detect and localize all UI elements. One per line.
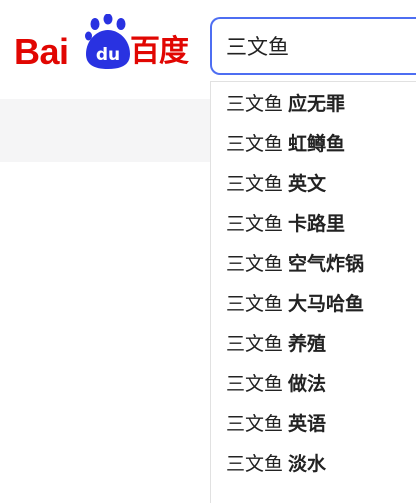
suggestion-item[interactable]: 三文鱼 英文 xyxy=(211,164,416,204)
suggestion-query: 三文鱼 xyxy=(226,213,284,235)
suggestion-query: 三文鱼 xyxy=(226,373,284,395)
suggestion-completion: 大马哈鱼 xyxy=(288,293,365,315)
suggestion-query: 三文鱼 xyxy=(226,253,284,275)
suggestion-query: 三文鱼 xyxy=(226,173,284,195)
logo-latin-text: Bai xyxy=(14,31,69,72)
suggestion-completion: 英语 xyxy=(288,413,327,435)
logo-chinese-text: 百度 xyxy=(130,34,189,69)
suggestion-item[interactable]: 三文鱼 应无罪 xyxy=(211,84,416,124)
suggestion-query: 三文鱼 xyxy=(226,293,284,315)
suggestion-item[interactable]: 三文鱼 英语 xyxy=(211,404,416,444)
paw-icon: du xyxy=(85,14,130,69)
suggestion-completion: 卡路里 xyxy=(288,213,346,235)
suggestion-query: 三文鱼 xyxy=(226,133,284,155)
baidu-logo[interactable]: Bai du 百度 xyxy=(14,14,198,74)
suggestion-completion: 空气炸锅 xyxy=(288,253,365,275)
suggestion-item[interactable]: 三文鱼 淡水 xyxy=(211,444,416,484)
search-input[interactable] xyxy=(210,17,416,75)
suggestion-item[interactable]: 三文鱼 空气炸锅 xyxy=(211,244,416,284)
suggestion-completion: 应无罪 xyxy=(288,93,346,115)
suggestion-query: 三文鱼 xyxy=(226,453,284,475)
baidu-search-page: Bai du 百度 三文鱼应无罪 三文鱼虹鳟鱼 三文鱼英文 三文鱼卡路里 三文鱼… xyxy=(0,0,416,503)
suggestion-completion: 养殖 xyxy=(288,333,327,355)
suggestion-dropdown: 三文鱼 应无罪 三文鱼 虹鳟鱼 三文鱼 英文 三文鱼 卡路里 三文鱼 空气炸锅 三文鱼 大马… xyxy=(210,81,416,503)
suggestion-completion: 做法 xyxy=(288,373,327,395)
suggestion-query: 三文鱼 xyxy=(226,93,284,115)
suggestion-item[interactable]: 三文鱼 卡路里 xyxy=(211,204,416,244)
suggestion-completion: 英文 xyxy=(288,173,327,195)
suggestion-completion: 淡水 xyxy=(288,453,327,475)
suggestion-item[interactable]: 三文鱼 大马哈鱼 xyxy=(211,284,416,324)
suggestion-query: 三文鱼 xyxy=(226,333,284,355)
paw-text: du xyxy=(96,45,120,65)
suggestion-item[interactable]: 三文鱼 做法 xyxy=(211,364,416,404)
suggestion-item[interactable]: 三文鱼 虹鳟鱼 xyxy=(211,124,416,164)
suggestion-item[interactable]: 三文鱼 养殖 xyxy=(211,324,416,364)
suggestion-query: 三文鱼 xyxy=(226,413,284,435)
suggestion-completion: 虹鳟鱼 xyxy=(288,133,346,155)
